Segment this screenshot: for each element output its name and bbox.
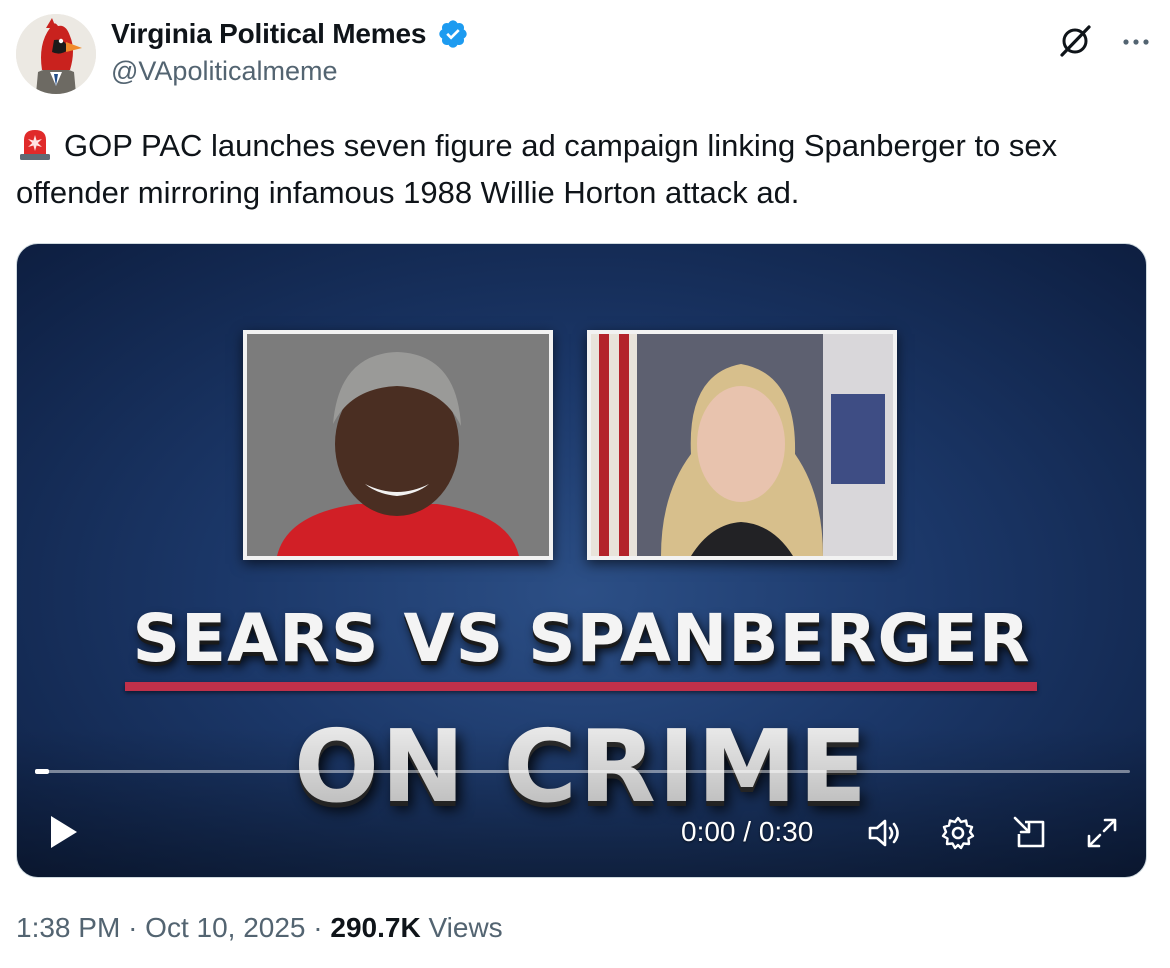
tweet-header: Virginia Political Memes @VApoliticalmem… <box>16 14 1154 98</box>
video-progress-bar[interactable] <box>35 769 1130 774</box>
controls-overlay <box>17 727 1146 877</box>
video-headline: SEARS VS SPANBERGER <box>132 600 1031 677</box>
play-icon[interactable] <box>43 812 83 852</box>
grok-icon[interactable] <box>1056 22 1094 60</box>
volume-icon[interactable] <box>865 814 903 852</box>
verified-badge-icon <box>439 20 467 48</box>
video-player[interactable]: SEARS VS SPANBERGER ON CRIME 0:00 / 0:30 <box>16 243 1147 878</box>
candidate-photo-left <box>243 330 553 560</box>
author-display-name[interactable]: Virginia Political Memes <box>111 18 426 50</box>
views-count[interactable]: 290.7K <box>330 912 420 943</box>
video-time: 0:00 / 0:30 <box>681 816 814 847</box>
settings-icon[interactable] <box>939 814 977 852</box>
meta-separator: · <box>128 912 138 943</box>
post-date[interactable]: Oct 10, 2025 <box>145 912 305 943</box>
siren-icon <box>20 130 50 160</box>
author-names: Virginia Political Memes @VApoliticalmem… <box>111 18 469 87</box>
candidate-photo-right <box>587 330 897 560</box>
author-handle[interactable]: @VApoliticalmeme <box>111 56 469 87</box>
views-label: Views <box>428 912 503 943</box>
tweet-body: GOP PAC launches seven figure ad campaig… <box>16 128 1058 210</box>
meta-separator: · <box>313 912 323 943</box>
tweet-text: GOP PAC launches seven figure ad campaig… <box>16 122 1146 216</box>
cardinal-avatar[interactable] <box>16 14 96 94</box>
pip-icon[interactable] <box>1011 814 1049 852</box>
video-progress-handle[interactable] <box>35 769 49 774</box>
headline-divider <box>125 682 1037 691</box>
tweet-meta: 1:38 PM · Oct 10, 2025 · 290.7K Views <box>16 912 503 944</box>
fullscreen-icon[interactable] <box>1083 814 1121 852</box>
post-time[interactable]: 1:38 PM <box>16 912 120 943</box>
more-icon[interactable] <box>1120 26 1152 58</box>
